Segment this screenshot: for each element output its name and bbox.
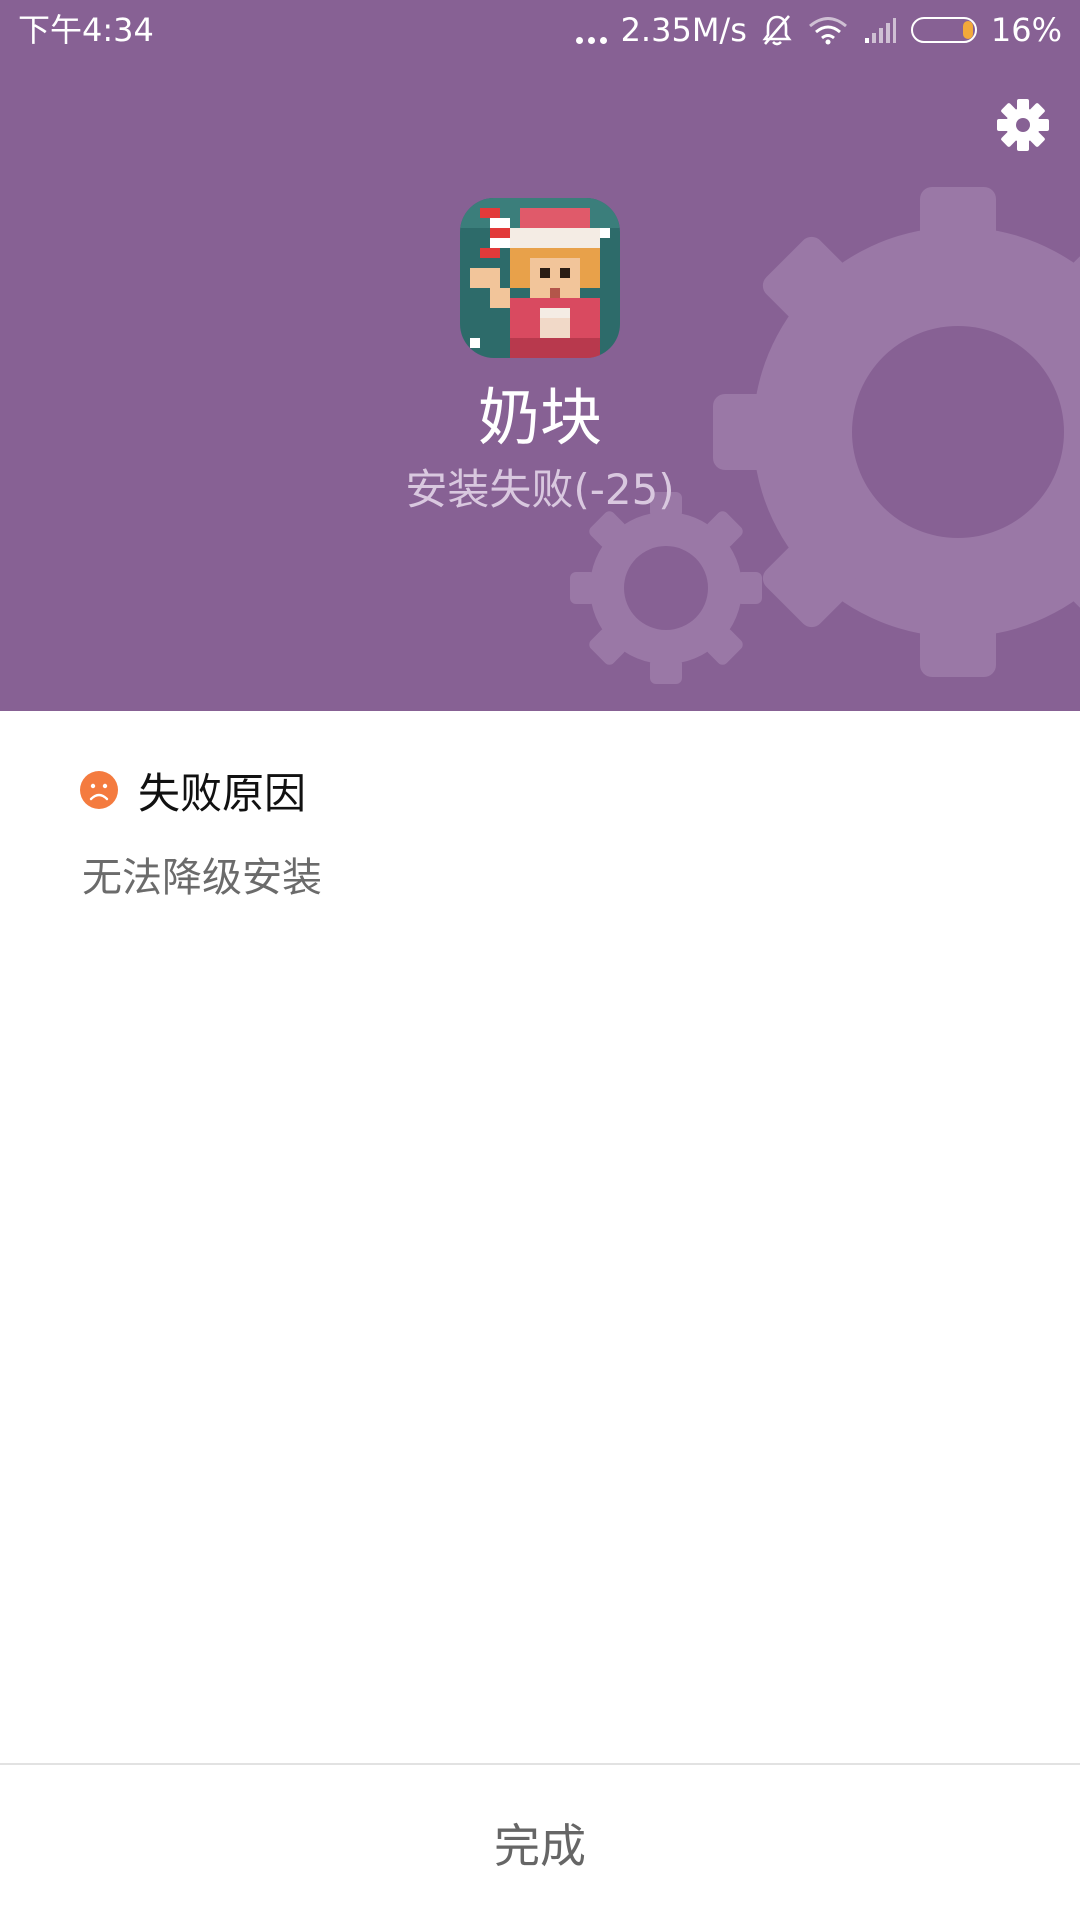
done-button[interactable]: 完成 <box>0 1765 1080 1920</box>
install-status: 安装失败(-25) <box>405 465 675 514</box>
app-name: 奶块 <box>477 381 602 454</box>
signal-icon <box>864 18 896 43</box>
sad-face-icon <box>80 771 118 809</box>
install-result-screen: 下午4:34 2.35M/s 16% 奶块 安装失败(-25) 失败原因 无法降… <box>0 0 1080 1920</box>
more-dots-icon <box>575 16 607 44</box>
status-bar: 下午4:34 2.35M/s 16% <box>0 0 1080 60</box>
bottom-bar: 完成 <box>0 1763 1080 1920</box>
network-speed: 2.35M/s <box>620 11 747 49</box>
failure-reason-text: 无法降级安装 <box>82 855 322 901</box>
failure-reason-title: 失败原因 <box>138 768 307 818</box>
battery-percent: 16% <box>990 11 1062 49</box>
status-indicators: 2.35M/s 16% <box>575 8 1062 52</box>
status-time: 下午4:34 <box>18 11 154 49</box>
battery-icon <box>910 17 977 43</box>
failure-reason-header: 失败原因 <box>80 760 306 820</box>
wifi-icon <box>808 17 847 45</box>
bell-muted-icon <box>762 15 792 46</box>
app-icon <box>460 198 620 358</box>
battery-level <box>962 21 973 39</box>
gear-icon[interactable] <box>996 98 1050 152</box>
header: 下午4:34 2.35M/s 16% 奶块 安装失败(-25) <box>0 0 1080 711</box>
